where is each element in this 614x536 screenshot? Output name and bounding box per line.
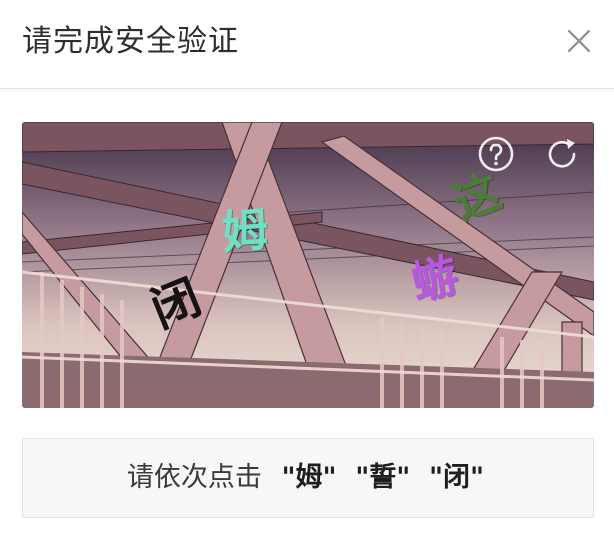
instruction-bar: 请依次点击 "姆" "誓" "闭" [22,438,594,518]
captcha-glyph-1[interactable]: 姆 [220,202,270,259]
refresh-button[interactable] [542,134,582,174]
dialog-header: 请完成安全验证 [0,0,614,89]
dialog-title: 请完成安全验证 [22,24,239,59]
close-icon [567,29,591,53]
close-button[interactable] [562,24,596,58]
captcha-dialog: 请完成安全验证 姆 这 蝣 闭 请依次点击 "姆" "誓" "闭" [0,0,614,536]
target-char-3: "闭" [428,462,485,493]
instruction-text: 请依次点击 [126,462,262,493]
target-char-1: "姆" [281,462,337,493]
refresh-icon [548,139,576,168]
target-char-2: "誓" [355,462,411,493]
captcha-image[interactable]: 姆 这 蝣 闭 [22,122,594,408]
